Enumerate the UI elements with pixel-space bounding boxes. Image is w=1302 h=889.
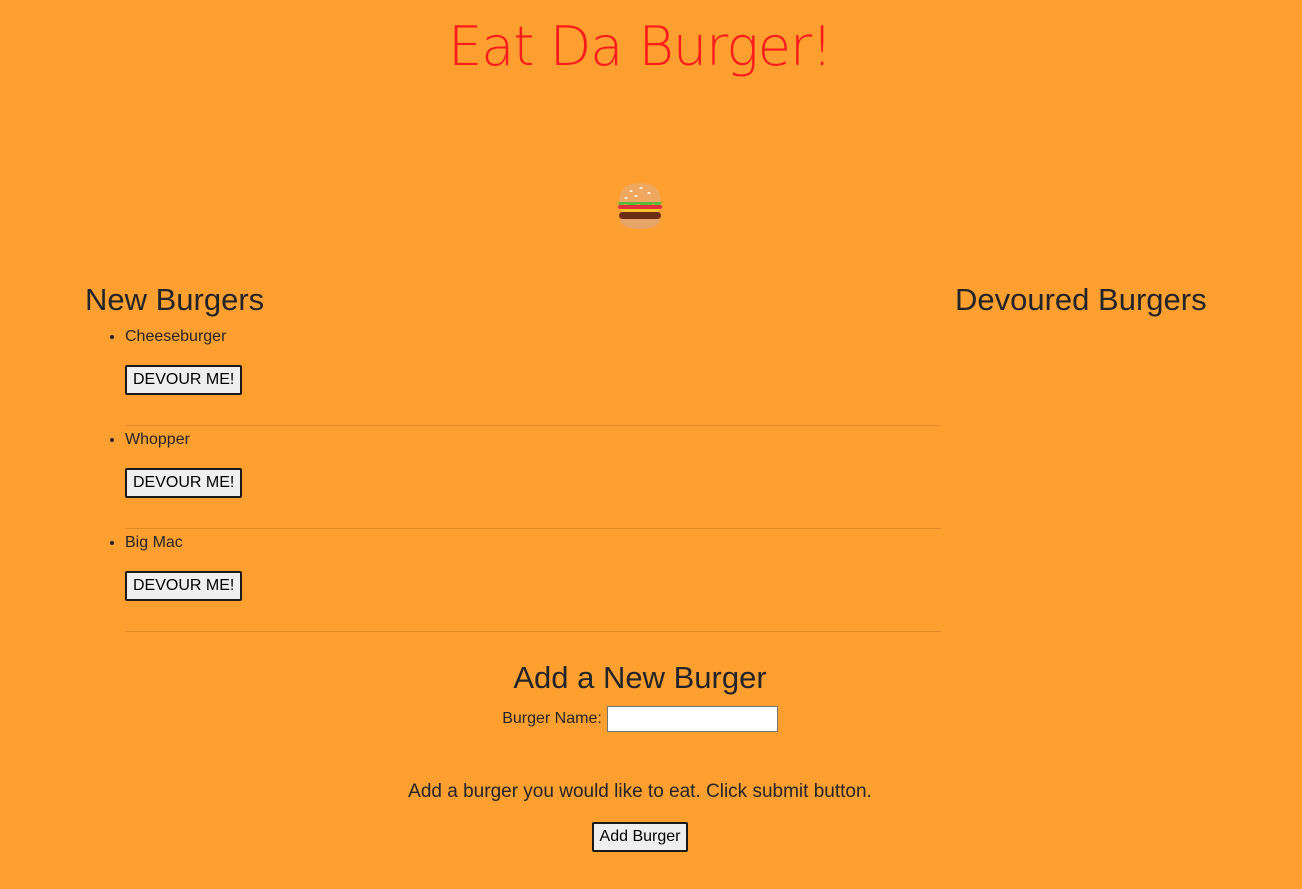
burger-name: Big Mac <box>125 534 183 551</box>
burger-icon <box>618 183 662 229</box>
list-item: Whopper DEVOUR ME! <box>125 426 941 529</box>
instructions-text: Add a burger you would like to eat. Clic… <box>408 781 872 802</box>
new-burgers-list: Cheeseburger DEVOUR ME! Whopper DEVOUR M… <box>85 323 941 632</box>
devour-button[interactable]: DEVOUR ME! <box>125 468 243 498</box>
devoured-burgers-heading: Devoured Burgers <box>955 282 1207 317</box>
add-burger-form: Add a New Burger Burger Name: Add a burg… <box>0 658 1280 852</box>
add-burger-heading: Add a New Burger <box>513 660 767 695</box>
burger-name: Whopper <box>125 431 190 448</box>
burger-name: Cheeseburger <box>125 328 227 345</box>
page-title: Eat Da Burger! <box>448 15 833 78</box>
new-burgers-heading: New Burgers <box>85 282 265 317</box>
devour-button[interactable]: DEVOUR ME! <box>125 571 243 601</box>
burger-name-label: Burger Name: <box>502 710 602 727</box>
list-item: Big Mac DEVOUR ME! <box>125 529 941 632</box>
devour-button[interactable]: DEVOUR ME! <box>125 365 243 395</box>
burger-name-input[interactable] <box>606 706 778 732</box>
add-burger-button[interactable]: Add Burger <box>591 822 689 852</box>
list-item: Cheeseburger DEVOUR ME! <box>125 323 941 426</box>
burger-name-row: Burger Name: <box>0 704 1280 734</box>
